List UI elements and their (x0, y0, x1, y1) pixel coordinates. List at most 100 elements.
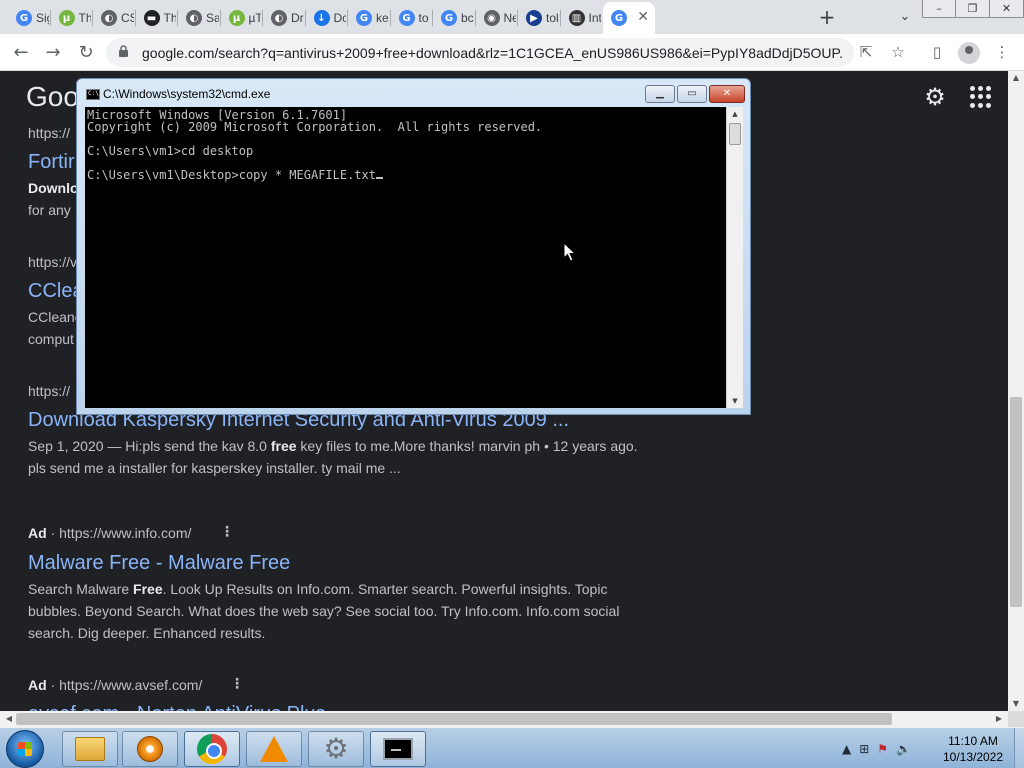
forward-arrow-icon[interactable]: → (40, 40, 66, 66)
new-tab-button[interactable]: + (815, 5, 839, 29)
bookmark-star-icon[interactable]: ☆ (888, 42, 908, 62)
restore-button[interactable]: ❐ (956, 0, 990, 18)
globe-icon: ◐ (271, 10, 287, 26)
ad-title-link[interactable]: avsef.com - Norton AntiVirus Plus (28, 703, 326, 711)
console-output[interactable]: Microsoft Windows [Version 6.1.7601] Cop… (85, 107, 726, 408)
taskbar-explorer-button[interactable] (62, 731, 118, 767)
tab-title: Th (78, 11, 92, 25)
taskbar-media-player-button[interactable] (122, 731, 178, 767)
text-caret (375, 177, 383, 179)
snippet-text: key files to me.More thanks! marvin ph •… (296, 438, 638, 454)
taskbar-chrome-button[interactable] (184, 731, 240, 767)
page-horizontal-scrollbar[interactable]: ◀ ▶ (0, 711, 1008, 727)
command-prompt-icon (383, 738, 413, 760)
cmd-vertical-scrollbar[interactable]: ▲ ▼ (726, 107, 743, 408)
browser-tab[interactable]: ◐ CS (93, 4, 134, 32)
browser-tab[interactable]: ◉ Ne (476, 4, 517, 32)
side-panel-icon[interactable]: ▯ (927, 42, 947, 62)
browser-tab[interactable]: ▶ tol (518, 4, 559, 32)
google-apps-icon[interactable] (970, 86, 992, 108)
browser-tab[interactable]: Gto (391, 4, 432, 32)
google-g-icon: G (398, 10, 415, 26)
tab-title: Ne (503, 11, 517, 25)
cmd-close-button[interactable]: ✕ (709, 85, 745, 103)
ad-snippet: bubbles. Beyond Search. What does the we… (28, 603, 620, 619)
ad-label: Ad (28, 525, 47, 541)
minimize-button[interactable]: – (922, 0, 956, 18)
lock-icon (119, 45, 128, 57)
ad-options-kebab-icon[interactable]: ⋮ (220, 524, 234, 540)
tab-title: CS (121, 11, 134, 25)
result-snippet: Sep 1, 2020 — Hi:pls send the kav 8.0 fr… (28, 435, 648, 457)
browser-tab[interactable]: ▥ Int (561, 4, 601, 32)
tab-close-icon[interactable]: ✕ (637, 9, 649, 25)
cmd-window[interactable]: C:\Windows\system32\cmd.exe ▁ ▭ ✕ Micros… (76, 78, 751, 415)
cmd-window-title: C:\Windows\system32\cmd.exe (103, 87, 271, 101)
browser-tab-strip: GSigµTh◐CS▬Th◐SaµµT◐Dr↓DcGkeGtoGbc◉Ne▶to… (0, 0, 1024, 34)
scroll-down-arrow-icon[interactable]: ▼ (727, 394, 743, 408)
browser-tab[interactable]: ↓ Dc (306, 4, 347, 32)
taskbar-vlc-button[interactable] (246, 731, 302, 767)
browser-tab[interactable]: ◐ Sa (178, 4, 219, 32)
tab-title: Dr (291, 11, 304, 25)
reload-icon[interactable]: ↻ (73, 40, 99, 66)
ad-snippet: search. Dig deeper. Enhanced results. (28, 625, 266, 641)
browser-tab[interactable]: G ✕ (603, 2, 655, 34)
scroll-left-arrow-icon[interactable]: ◀ (2, 711, 16, 727)
scroll-right-arrow-icon[interactable]: ▶ (992, 711, 1006, 727)
browser-tab[interactable]: Gke (348, 4, 389, 32)
scrollbar-thumb[interactable] (16, 713, 892, 725)
back-arrow-icon[interactable]: ← (8, 40, 34, 66)
taskbar-clock[interactable]: 11:10 AM 10/13/2022 (934, 733, 1012, 765)
kebab-menu-icon[interactable]: ⋮ (992, 42, 1012, 62)
show-hidden-icons-chevron-icon[interactable]: ▲ (842, 742, 851, 756)
ad-options-kebab-icon[interactable]: ⋮ (230, 676, 244, 692)
tab-search-chevron-icon[interactable]: ⌄ (894, 6, 916, 28)
url-text: google.com/search?q=antivirus+2009+free+… (142, 45, 842, 61)
share-icon[interactable]: ⇱ (856, 42, 876, 62)
scroll-down-arrow-icon[interactable]: ▼ (1008, 697, 1024, 711)
network-icon[interactable]: ⊞ (859, 742, 869, 756)
gear-icon: ⚙ (323, 732, 349, 765)
taskbar-cmd-button[interactable] (370, 731, 426, 767)
tab-title: Sa (206, 11, 219, 25)
settings-gear-icon[interactable]: ⚙ (922, 84, 948, 110)
page-vertical-scrollbar[interactable]: ▲ ▼ (1008, 71, 1024, 711)
play-icon: ▶ (526, 10, 542, 26)
cmd-minimize-button[interactable]: ▁ (645, 85, 675, 103)
vlc-cone-icon (260, 736, 288, 762)
scrollbar-thumb[interactable] (729, 123, 741, 145)
taskbar-settings-button[interactable]: ⚙ (308, 731, 364, 767)
scrollbar-thumb[interactable] (1010, 397, 1022, 607)
snippet-bold: Free (133, 581, 163, 597)
browser-tab[interactable]: µ µT (221, 4, 261, 32)
chrome-icon (197, 734, 227, 764)
close-button[interactable]: ✕ (990, 0, 1024, 18)
browser-toolbar: ← → ↻ google.com/search?q=antivirus+2009… (0, 34, 1024, 71)
browser-tab[interactable]: µ Th (51, 4, 92, 32)
scroll-up-arrow-icon[interactable]: ▲ (1008, 71, 1024, 85)
scroll-up-arrow-icon[interactable]: ▲ (727, 107, 743, 121)
browser-tab[interactable]: Gbc (433, 4, 474, 32)
scrollbar-corner (1008, 711, 1024, 727)
cmd-maximize-button[interactable]: ▭ (677, 85, 707, 103)
folder-icon (75, 737, 105, 761)
snippet-text: . Look Up Results on Info.com. Smarter s… (162, 581, 608, 597)
tab-title: Dc (333, 11, 347, 25)
google-logo[interactable]: Goo (26, 81, 79, 113)
utorrent-icon: µ (228, 10, 245, 26)
profile-avatar-icon[interactable] (958, 42, 980, 64)
result-title-link[interactable]: Fortir (28, 151, 75, 174)
action-center-flag-icon[interactable]: ⚑ (877, 742, 888, 756)
start-button-windows-icon[interactable] (6, 730, 44, 768)
browser-tab[interactable]: G Sig (8, 4, 49, 32)
show-desktop-button[interactable] (1014, 728, 1024, 768)
media-player-icon (137, 736, 163, 762)
volume-speaker-icon[interactable]: 🔈 (896, 742, 911, 756)
browser-tab[interactable]: ▬ Th (136, 4, 176, 32)
browser-tab[interactable]: ◐ Dr (263, 4, 304, 32)
snippet-bold: Downlo (28, 180, 79, 196)
ad-title-link[interactable]: Malware Free - Malware Free (28, 552, 290, 575)
ad-snippet: Search Malware Free. Look Up Results on … (28, 578, 648, 600)
address-bar[interactable]: google.com/search?q=antivirus+2009+free+… (106, 38, 854, 67)
